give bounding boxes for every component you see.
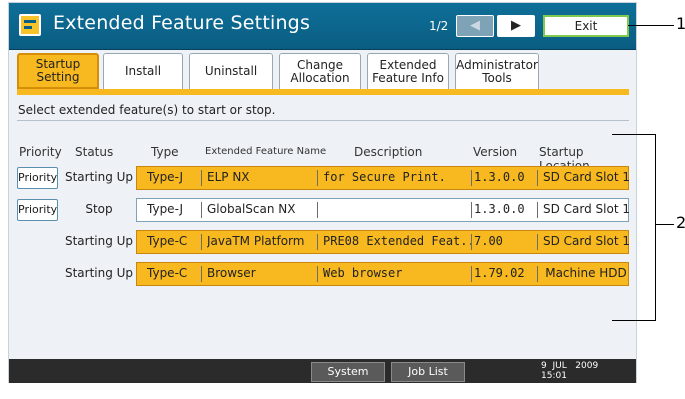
callout-2-vertical [655,134,656,321]
extended-feature-app-icon [19,14,41,36]
status-bar: System Status Job List 9 JUL 2009 15:01 [9,359,636,396]
clock: 9 JUL 2009 15:01 [541,361,598,381]
callout-2-bottom [612,320,656,321]
row-description: PRE08 Extended Feat... [323,234,471,248]
table-row: Starting Up Type-C Browser Web browser 1… [9,262,636,286]
row-status: Stop [85,202,113,216]
row-name: Browser [207,266,256,280]
row-location: SD Card Slot 1 [543,170,629,184]
priority-button[interactable]: Priority [17,167,58,189]
feature-row-button[interactable]: Type-J ELP NX for Secure Print. 1.3.0.0 … [136,166,629,190]
feature-row-button[interactable]: Type-C JavaTM Platform PRE08 Extended Fe… [136,230,629,254]
column-header-priority: Priority [19,145,62,159]
tab-uninstall[interactable]: Uninstall [189,53,273,89]
row-location: SD Card Slot 1 [543,202,629,216]
row-description: for Secure Print. [323,170,446,184]
callout-2-line [656,224,674,225]
exit-button[interactable]: Exit [543,15,629,37]
column-header-type: Type [151,145,179,159]
tab-extended-feature-info[interactable]: Extended Feature Info [367,53,449,89]
row-type: Type-J [147,170,184,184]
row-name: ELP NX [207,170,250,184]
feature-row-button[interactable]: Type-J GlobalScan NX 1.3.0.0 SD Card Slo… [136,198,629,222]
row-name: JavaTM Platform [207,234,305,248]
row-version: 7.00 [474,234,503,248]
operation-panel: Extended Feature Settings 1/2 ◀ ▶ Exit S… [8,2,637,396]
page-indicator: 1/2 [429,19,449,33]
prev-page-icon: ◀ [470,18,480,33]
date-text: 9 JUL 2009 [541,361,599,371]
job-list-button[interactable]: Job List [391,362,465,382]
tab-underline [17,89,629,95]
tab-change-allocation[interactable]: Change Allocation [279,53,361,89]
callout-1-line [628,25,674,26]
callout-2-number: 2 [676,213,685,232]
tab-administrator-tools[interactable]: Administrator Tools [455,53,539,89]
tab-bar: Startup Setting Install Uninstall Change… [17,53,628,89]
row-version: 1.79.02 [474,266,525,280]
column-header-status: Status [75,145,114,159]
row-type: Type-J [147,202,184,216]
row-type: Type-C [147,234,188,248]
table-row: Starting Up Type-C JavaTM Platform PRE08… [9,230,636,254]
callout-1-number: 1 [676,14,685,33]
tab-install[interactable]: Install [103,53,183,89]
page-title: Extended Feature Settings [53,12,311,34]
table-row: Priority Stop Type-J GlobalScan NX 1.3.0… [9,198,636,222]
column-header-description: Description [354,145,423,159]
next-page-button[interactable]: ▶ [497,15,535,37]
title-bar: Extended Feature Settings 1/2 ◀ ▶ Exit [9,3,636,50]
table-row: Priority Starting Up Type-J ELP NX for S… [9,166,636,190]
row-type: Type-C [147,266,188,280]
system-status-button[interactable]: System Status [311,362,385,396]
tab-startup-setting[interactable]: Startup Setting [17,53,99,89]
next-page-icon: ▶ [511,18,521,33]
row-version: 1.3.0.0 [474,202,525,216]
column-header-name: Extended Feature Name [205,146,327,157]
prev-page-button[interactable]: ◀ [456,15,494,37]
priority-button[interactable]: Priority [17,199,58,221]
column-header-version: Version [473,145,518,159]
row-location: Machine HDD [545,266,627,280]
row-version: 1.3.0.0 [474,170,525,184]
row-status: Starting Up [64,266,134,280]
time-text: 15:01 [541,371,567,381]
row-name: GlobalScan NX [207,202,296,216]
divider [17,120,629,121]
feature-row-button[interactable]: Type-C Browser Web browser 1.79.02 Machi… [136,262,629,286]
row-description: Web browser [323,266,403,280]
row-status: Starting Up [64,170,134,184]
callout-2-top [612,134,656,135]
row-status: Starting Up [64,234,134,248]
row-location: SD Card Slot 1 [543,234,629,248]
instruction-text: Select extended feature(s) to start or s… [18,103,276,117]
